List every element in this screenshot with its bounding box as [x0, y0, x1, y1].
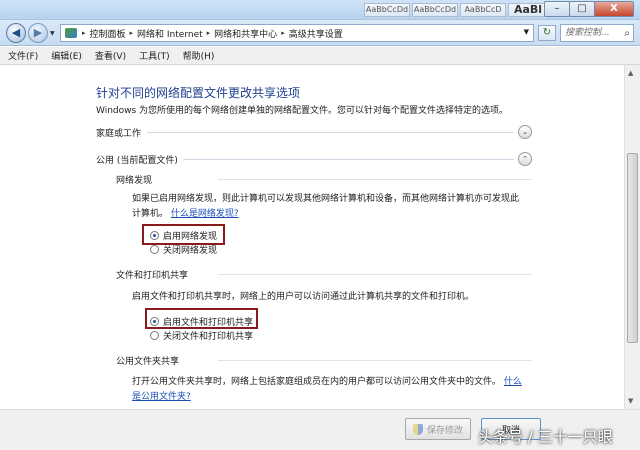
- navigation-bar: ◀ ▶ ▼ ▸ 控制面板 ▸ 网络和 Internet ▸ 网络和共享中心 ▸ …: [0, 20, 640, 46]
- section-label: 公用 (当前配置文件): [96, 155, 178, 166]
- section-home-work[interactable]: 家庭或工作 ⌄: [96, 125, 532, 139]
- network-discovery-description: 如果已启用网络发现，则此计算机可以发现其他网络计算机和设备，而其他网络计算机亦可…: [132, 192, 519, 222]
- window-titlebar: AaBbCcDd AaBbCcDd AaBbCcD AaBl – □ X: [0, 0, 640, 20]
- description-line: 计算机。 什么是网络发现?: [132, 207, 519, 222]
- network-discovery-heading: 网络发现: [116, 176, 153, 186]
- breadcrumb-separator-icon[interactable]: ▸: [130, 29, 134, 37]
- search-placeholder: 搜索控制...: [565, 28, 610, 38]
- control-panel-icon: [65, 28, 77, 38]
- breadcrumb-separator-icon[interactable]: ▸: [82, 29, 86, 37]
- file-printer-sharing-description: 启用文件和打印机共享时，网络上的用户可以访问通过此计算机共享的文件和打印机。: [132, 292, 475, 302]
- breadcrumb-network-sharing-center[interactable]: 网络和共享中心: [214, 27, 277, 40]
- file-printer-sharing-heading: 文件和打印机共享: [116, 271, 189, 281]
- breadcrumb-separator-icon[interactable]: ▸: [281, 29, 285, 37]
- refresh-button[interactable]: ↻: [538, 25, 556, 41]
- subsection-divider: [218, 274, 532, 275]
- radio-unselected-icon[interactable]: [150, 245, 159, 254]
- section-divider: [183, 158, 514, 160]
- uac-shield-icon: [412, 423, 423, 435]
- menu-help[interactable]: 帮助(H): [183, 49, 215, 62]
- highlight-box: [142, 224, 225, 245]
- style-thumbnail: AaBbCcDd: [412, 3, 458, 17]
- highlight-box: [145, 308, 258, 329]
- page-description: Windows 为您所使用的每个网络创建单独的网络配置文件。您可以针对每个配置文…: [96, 106, 509, 116]
- subsection-divider: [218, 360, 532, 361]
- description-line: 打开公用文件夹共享时，网络上包括家庭组成员在内的用户都可以访问公用文件夹中的文件…: [132, 375, 522, 390]
- subsection-divider: [218, 179, 532, 180]
- menu-file[interactable]: 文件(F): [8, 49, 38, 62]
- chevron-down-icon[interactable]: ⌄: [518, 125, 532, 139]
- main-content: 针对不同的网络配置文件更改共享选项 Windows 为您所使用的每个网络创建单独…: [0, 65, 624, 409]
- description-text: 计算机。: [132, 209, 169, 219]
- menu-bar: 文件(F) 编辑(E) 查看(V) 工具(T) 帮助(H): [0, 47, 640, 65]
- public-folder-sharing-description: 打开公用文件夹共享时，网络上包括家庭组成员在内的用户都可以访问公用文件夹中的文件…: [132, 375, 522, 405]
- vertical-scrollbar[interactable]: ▲ ▼: [624, 65, 640, 409]
- style-thumbnail: AaBbCcDd: [364, 3, 410, 17]
- scrollbar-thumb[interactable]: [627, 153, 638, 343]
- radio-unselected-icon[interactable]: [150, 331, 159, 340]
- what-is-public-folder-link[interactable]: 是公用文件夹?: [132, 392, 191, 402]
- chevron-up-icon[interactable]: ⌃: [518, 152, 532, 166]
- description-text: 打开公用文件夹共享时，网络上包括家庭组成员在内的用户都可以访问公用文件夹中的文件…: [132, 377, 502, 387]
- what-is-network-discovery-link[interactable]: 什么是网络发现?: [171, 209, 239, 219]
- search-input[interactable]: 搜索控制... ⌕: [560, 24, 634, 42]
- what-is-public-folder-link[interactable]: 什么: [504, 377, 522, 387]
- public-folder-sharing-heading: 公用文件夹共享: [116, 357, 180, 367]
- recent-pages-dropdown[interactable]: ▼: [50, 30, 55, 37]
- menu-edit[interactable]: 编辑(E): [51, 49, 82, 62]
- section-divider: [147, 131, 514, 133]
- section-label: 家庭或工作: [96, 128, 142, 139]
- breadcrumb-separator-icon[interactable]: ▸: [207, 29, 211, 37]
- description-line: 是公用文件夹?: [132, 390, 522, 405]
- breadcrumb-advanced-sharing[interactable]: 高级共享设置: [289, 27, 343, 40]
- maximize-button[interactable]: □: [569, 1, 595, 17]
- save-changes-button[interactable]: 保存修改: [405, 418, 471, 440]
- breadcrumb-network-internet[interactable]: 网络和 Internet: [137, 27, 203, 40]
- address-dropdown-icon[interactable]: ▼: [524, 28, 529, 36]
- section-public[interactable]: 公用 (当前配置文件) ⌃: [96, 152, 532, 166]
- search-icon[interactable]: ⌕: [624, 26, 630, 42]
- minimize-button[interactable]: –: [544, 1, 570, 17]
- option-disable-file-printer-sharing[interactable]: 关闭文件和打印机共享: [150, 329, 253, 342]
- page-title: 针对不同的网络配置文件更改共享选项: [96, 86, 301, 100]
- close-button[interactable]: X: [594, 1, 634, 17]
- menu-tools[interactable]: 工具(T): [139, 49, 170, 62]
- option-label: 关闭文件和打印机共享: [163, 332, 254, 342]
- menu-view[interactable]: 查看(V): [95, 49, 126, 62]
- forward-button[interactable]: ▶: [28, 23, 48, 43]
- scroll-down-icon[interactable]: ▼: [628, 397, 633, 405]
- window-controls: – □ X: [544, 1, 634, 17]
- address-bar[interactable]: ▸ 控制面板 ▸ 网络和 Internet ▸ 网络和共享中心 ▸ 高级共享设置…: [60, 24, 534, 42]
- ribbon-style-thumbnails: AaBbCcDd AaBbCcDd AaBbCcD AaBl: [364, 3, 548, 17]
- style-thumbnail: AaBbCcD: [460, 3, 506, 17]
- button-bar: 保存修改 取消 头条号 / 三十一只眼: [0, 409, 640, 450]
- breadcrumb-control-panel[interactable]: 控制面板: [90, 27, 126, 40]
- description-line: 如果已启用网络发现，则此计算机可以发现其他网络计算机和设备，而其他网络计算机亦可…: [132, 194, 520, 204]
- watermark-text: 头条号 / 三十一只眼: [478, 428, 613, 446]
- scroll-up-icon[interactable]: ▲: [628, 69, 633, 77]
- back-button[interactable]: ◀: [6, 23, 26, 43]
- save-label: 保存修改: [426, 425, 463, 436]
- style-thumbnail: AaBl: [508, 3, 548, 17]
